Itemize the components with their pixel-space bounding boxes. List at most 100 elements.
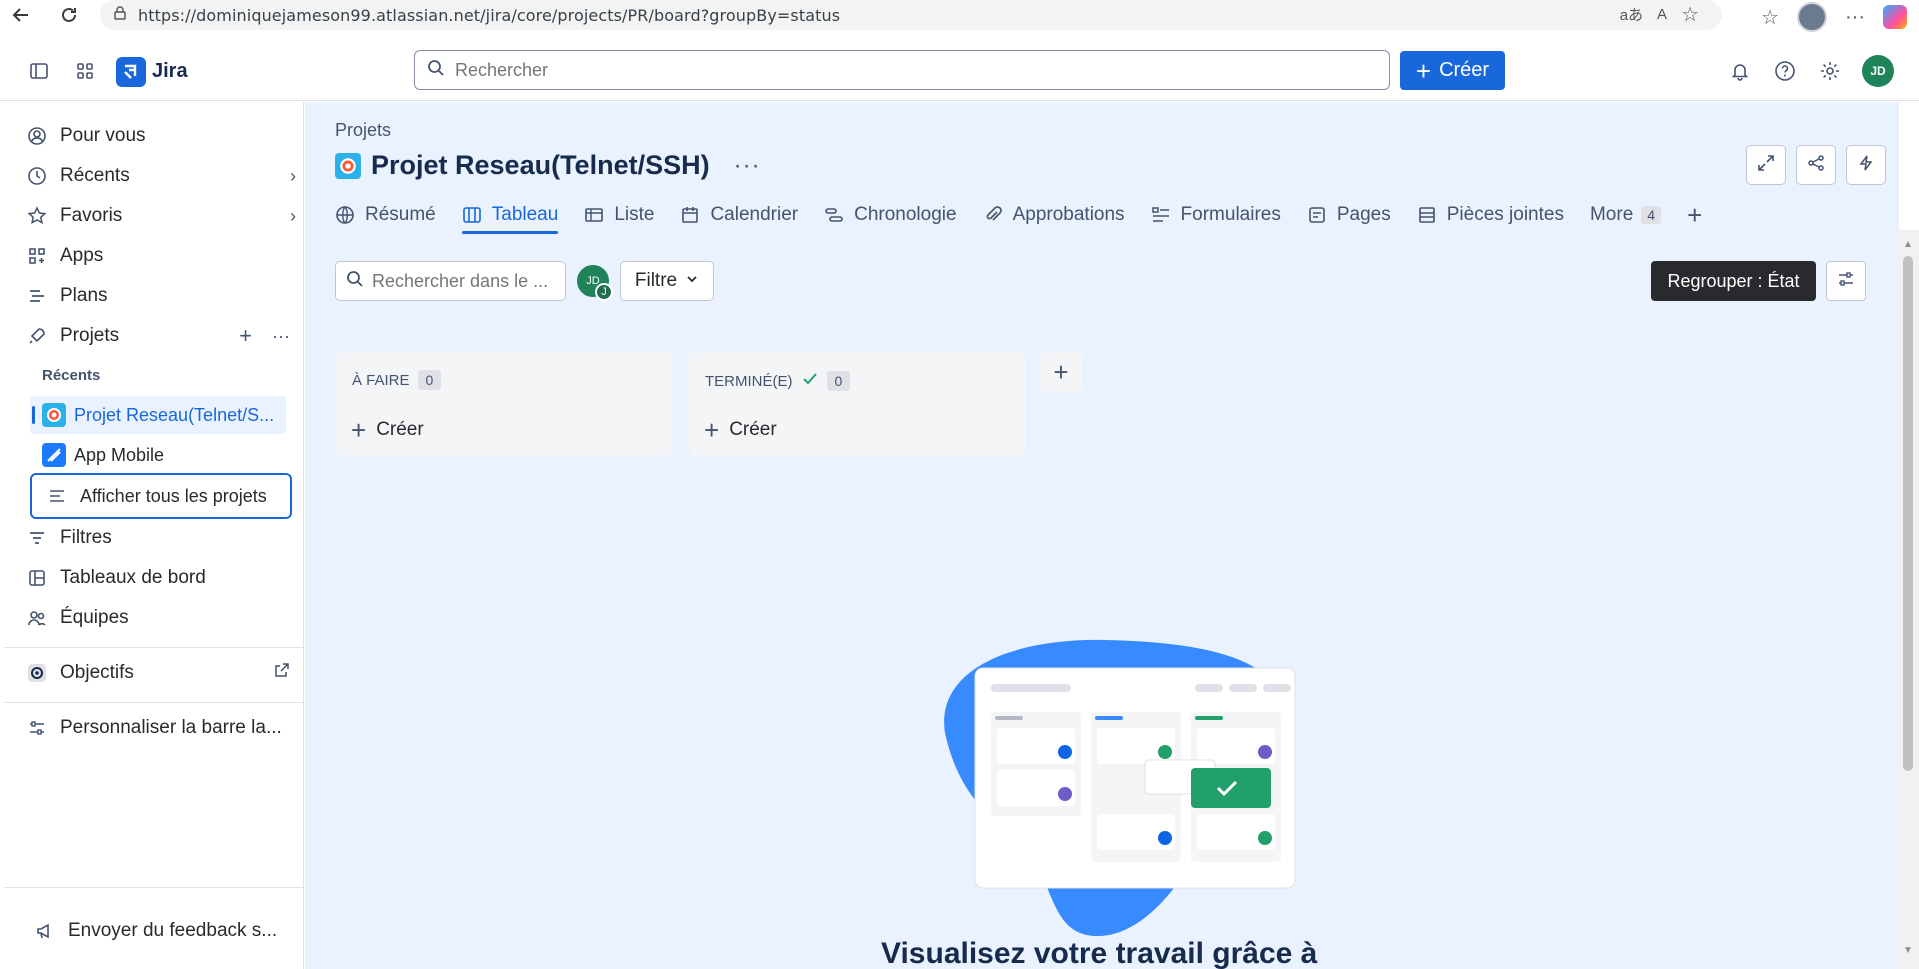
global-search[interactable] [414,50,1390,90]
tab-list[interactable]: Liste [584,198,654,232]
create-label: Créer [376,419,424,440]
browser-toolbar: https://dominiquejameson99.atlassian.net… [0,0,1919,32]
project-name: App Mobile [74,444,165,465]
settings-gear-icon[interactable] [1818,59,1842,83]
create-button-label: Créer [1439,59,1490,81]
globe-icon [335,205,355,225]
favorites-bar-icon[interactable]: ☆ [1761,5,1779,30]
attachment-icon [1417,205,1437,225]
external-link-icon[interactable] [274,662,290,684]
sidebar-item-goals[interactable]: Objectifs [26,655,296,691]
tab-calendar[interactable]: Calendrier [680,198,798,232]
browser-menu-icon[interactable]: ··· [1845,6,1865,29]
column-header: À FAIRE 0 [352,370,442,390]
view-settings-button[interactable] [1826,261,1866,301]
sidebar-item-feedback[interactable]: Envoyer du feedback s... [34,913,304,949]
back-icon[interactable] [8,2,34,28]
read-aloud-icon[interactable]: A [1657,6,1667,23]
share-button[interactable] [1796,145,1836,185]
automation-button[interactable] [1846,145,1886,185]
list-lines-icon [46,485,68,507]
column-create-button[interactable]: + Créer [351,417,424,443]
show-all-label: Afficher tous les projets [80,485,267,506]
user-avatar[interactable]: JD [1862,55,1894,87]
empty-state-title: Visualisez votre travail grâce à [881,937,1318,969]
project-more-icon[interactable]: ··· [734,152,761,180]
sidebar-project-item[interactable]: Projet Reseau(Telnet/S... [42,397,292,433]
sidebar-project-item[interactable]: App Mobile [42,437,292,473]
plus-icon: + [1053,356,1069,387]
app-switcher-icon[interactable] [74,60,96,82]
more-dots-icon[interactable]: ··· [272,326,290,347]
create-button[interactable]: + Créer [1400,51,1505,90]
group-by-button[interactable]: Regrouper : État [1651,261,1816,301]
add-tab-button[interactable]: + [1687,198,1702,232]
sidebar-item-plans[interactable]: Plans [26,278,296,314]
notifications-icon[interactable] [1728,59,1752,83]
sidebar-item-teams[interactable]: Équipes [26,600,296,636]
address-bar[interactable]: https://dominiquejameson99.atlassian.net… [100,0,1722,30]
add-column-button[interactable]: + [1040,351,1082,393]
goals-target-icon [26,662,48,684]
sidebar-item-favorites[interactable]: Favoris › [26,198,296,234]
expand-icon [1757,154,1775,177]
tab-summary[interactable]: Résumé [335,198,436,232]
tab-label: Pièces jointes [1446,204,1564,225]
sidebar-toggle-icon[interactable] [28,60,50,82]
sidebar-item-customize[interactable]: Personnaliser la barre la... [26,710,296,746]
add-project-plus-icon[interactable]: + [239,323,252,349]
global-search-input[interactable] [455,59,1355,81]
sidebar-item-for-you[interactable]: Pour vous [26,118,296,154]
filter-label: Filtre [634,270,678,291]
sidebar-item-recent[interactable]: Récents › [26,158,296,194]
board-search[interactable] [335,261,566,301]
tab-attachments[interactable]: Pièces jointes [1417,198,1564,232]
tab-more[interactable]: More 4 [1589,198,1662,232]
column-header: TERMINÉ(E) 0 [705,370,851,392]
sidebar-item-label: Pour vous [60,125,146,146]
project-icon [42,403,66,427]
more-count-badge: 4 [1641,206,1662,224]
sidebar-item-apps[interactable]: Apps [26,238,296,274]
list-icon [584,205,604,225]
copilot-icon[interactable] [1883,5,1907,29]
favorite-star-icon[interactable]: ☆ [1681,2,1699,27]
tab-forms[interactable]: Formulaires [1151,198,1281,232]
jira-logo-icon[interactable] [116,57,146,87]
tab-timeline[interactable]: Chronologie [824,198,957,232]
assignee-filter-avatar[interactable]: JD J [575,263,613,301]
plans-icon [26,285,48,307]
board-search-input[interactable] [372,270,562,292]
show-all-projects[interactable]: Afficher tous les projets [46,478,286,514]
tab-approvals[interactable]: Approbations [983,198,1125,232]
filter-button[interactable]: Filtre [620,261,714,301]
column-create-button[interactable]: + Créer [704,417,777,443]
scrollbar-thumb[interactable] [1903,256,1913,771]
browser-profile-avatar[interactable] [1797,2,1828,32]
chevron-right-icon[interactable]: › [290,206,296,227]
tab-pages[interactable]: Pages [1307,198,1391,232]
translate-icon[interactable]: aあ [1620,4,1643,25]
sidebar-item-projects[interactable]: Projets + ··· [26,318,296,354]
sidebar-item-filters[interactable]: Filtres [26,520,296,556]
app-name[interactable]: Jira [152,60,188,83]
tab-label: Calendrier [710,204,799,225]
chevron-right-icon[interactable]: › [290,166,296,187]
fullscreen-button[interactable] [1746,145,1786,185]
column-count: 0 [417,370,442,390]
project-tabs: Résumé Tableau Liste Calendrier Chronolo… [335,198,1702,234]
help-icon[interactable] [1773,59,1797,83]
plus-icon: + [1415,55,1432,86]
scroll-up-arrow-icon[interactable]: ▲ [1902,238,1914,250]
share-icon [1807,154,1825,177]
scroll-down-arrow-icon[interactable]: ▼ [1902,944,1914,956]
sidebar-item-label: Apps [60,245,104,266]
calendar-icon [680,205,700,225]
refresh-icon[interactable] [56,2,82,28]
tab-board[interactable]: Tableau [461,198,558,234]
tab-label: More [1589,204,1634,225]
sidebar-item-dashboards[interactable]: Tableaux de bord [26,560,296,596]
project-title: Projet Reseau(Telnet/SSH) [371,150,710,180]
tab-label: Résumé [365,204,436,225]
breadcrumb[interactable]: Projets [335,120,391,141]
